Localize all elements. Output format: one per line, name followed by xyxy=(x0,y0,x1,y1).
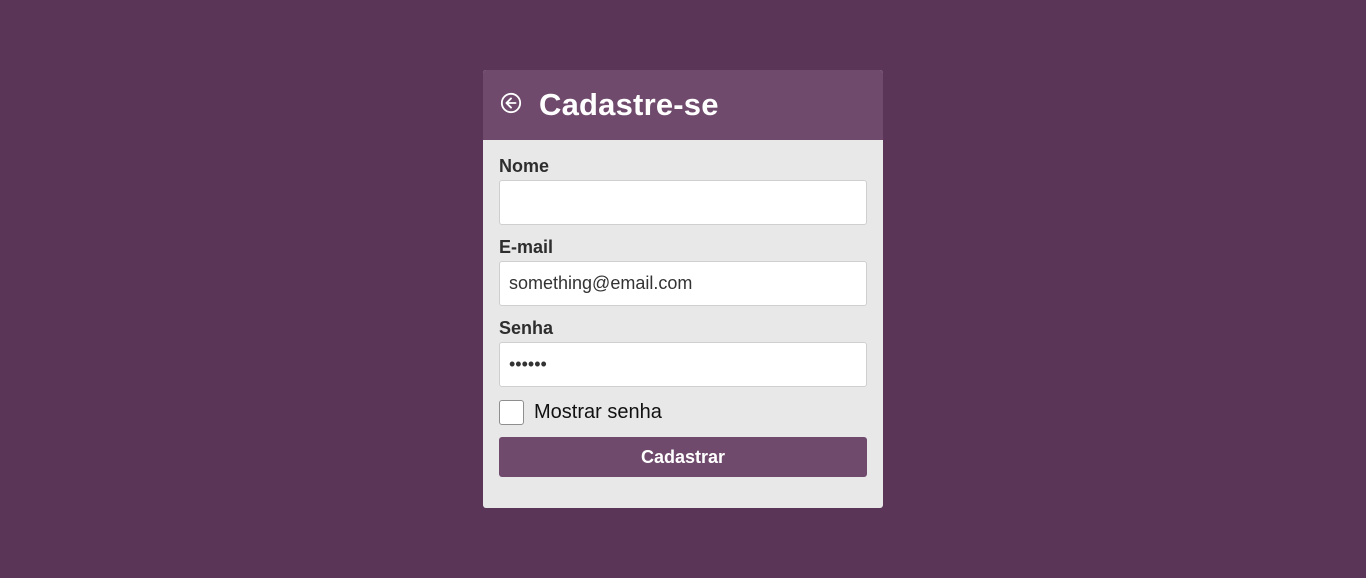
signup-form: Nome E-mail Senha Mostrar senha Cadastra… xyxy=(483,140,883,477)
password-label: Senha xyxy=(499,318,554,338)
back-button[interactable] xyxy=(499,91,523,115)
card-header: Cadastre-se xyxy=(483,70,883,140)
show-password-label[interactable]: Mostrar senha xyxy=(534,401,662,424)
name-input[interactable] xyxy=(499,180,867,225)
password-input[interactable] xyxy=(499,342,867,387)
arrow-left-circle-icon xyxy=(500,92,522,114)
name-label: Nome xyxy=(499,156,550,176)
submit-button[interactable]: Cadastrar xyxy=(499,437,867,477)
email-field-group: E-mail xyxy=(499,237,867,306)
name-field-group: Nome xyxy=(499,156,867,225)
page-title: Cadastre-se xyxy=(539,87,719,122)
password-field-group: Senha xyxy=(499,318,867,387)
show-password-checkbox[interactable] xyxy=(499,399,524,425)
signup-card: Cadastre-se Nome E-mail Senha Mostrar se… xyxy=(483,70,883,508)
show-password-row: Mostrar senha xyxy=(499,399,867,425)
email-label: E-mail xyxy=(499,237,554,257)
email-input[interactable] xyxy=(499,261,867,306)
